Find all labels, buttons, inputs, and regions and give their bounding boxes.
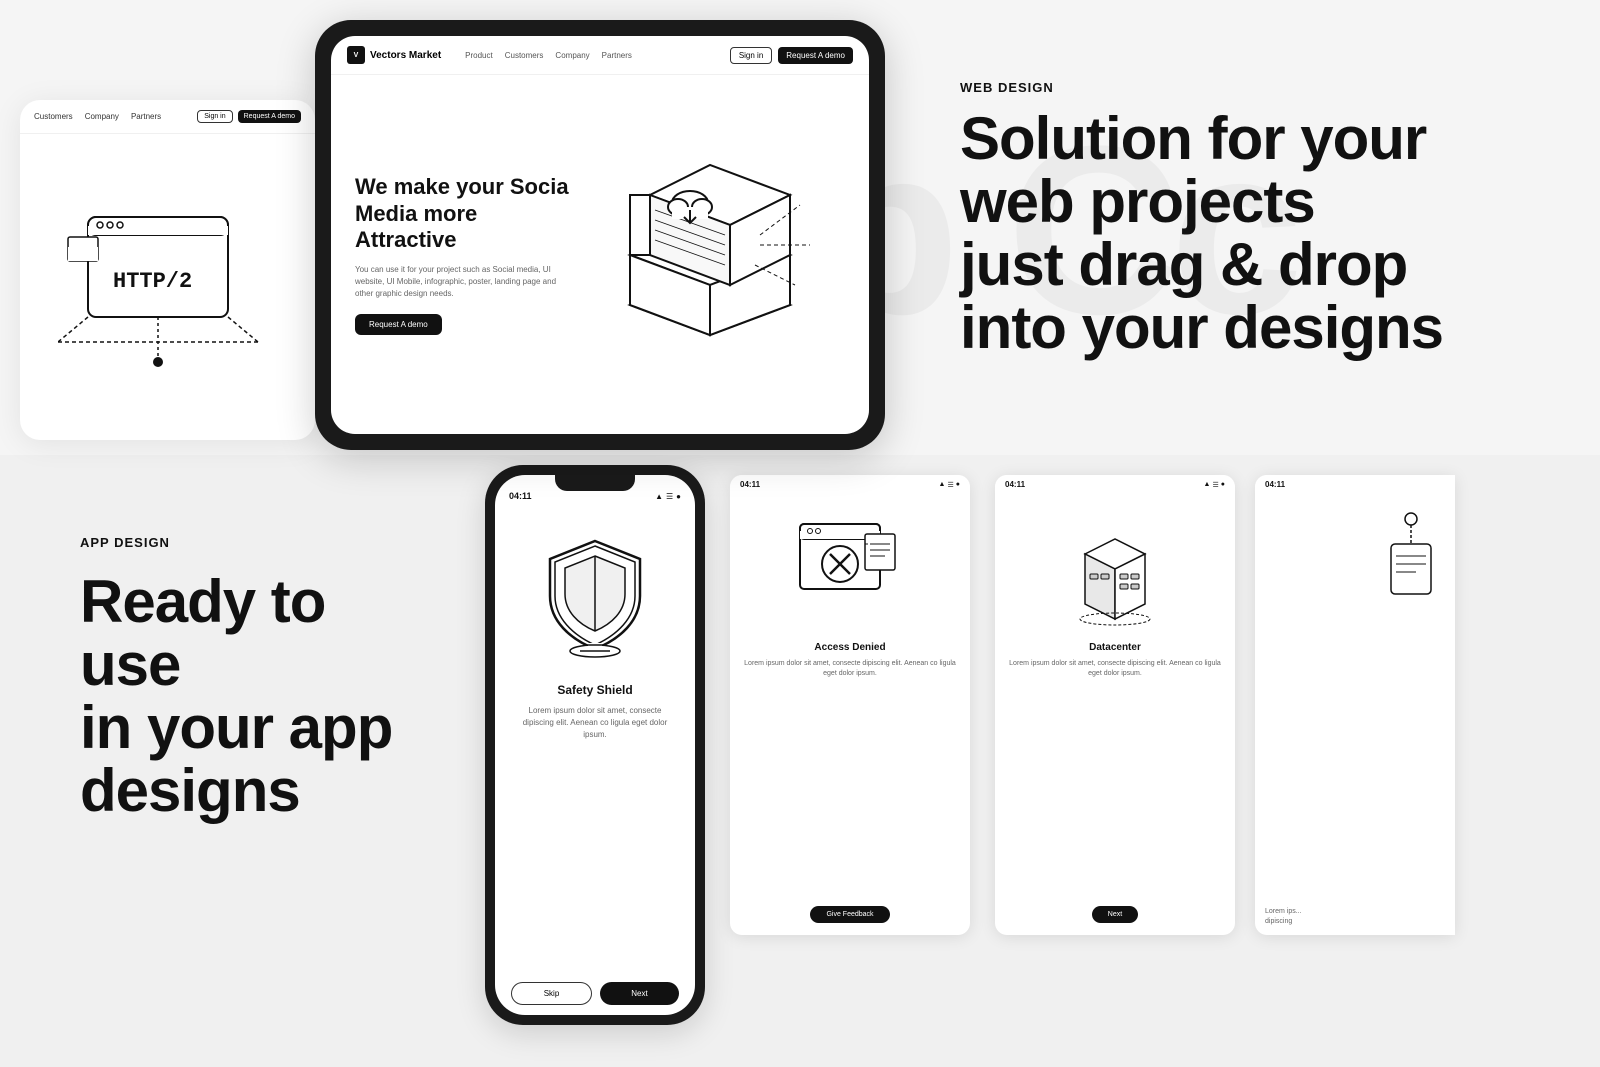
tablet-nav-customers: Customers — [505, 51, 544, 60]
phone3-body: Datacenter Lorem ipsum dolor sit amet, c… — [995, 494, 1235, 906]
app-design-section-label: APP DESIGN — [80, 535, 405, 550]
phone3-status-icons: ▲☰● — [1204, 481, 1225, 489]
tablet-screen: V Vectors Market Product Customers Compa… — [331, 36, 869, 434]
phone1-next-button[interactable]: Next — [600, 982, 679, 1005]
left-card-content: HTTP/2 — [20, 134, 315, 440]
phone3-card: 04:11 ▲☰● — [995, 475, 1235, 935]
phone1-status-bar: 04:11 ▲☰● — [495, 475, 695, 505]
tablet-nav-company: Company — [555, 51, 589, 60]
phone1-item-desc: Lorem ipsum dolor sit amet, consecte dip… — [515, 705, 675, 741]
phone2-illustration — [785, 504, 915, 634]
tablet-nav-product: Product — [465, 51, 493, 60]
left-nav-partners: Partners — [131, 112, 161, 121]
phone4-desc-partial: Lorem ips...dipiscing — [1255, 899, 1455, 935]
tablet-brand-name: Vectors Market — [370, 50, 441, 61]
phone2-status-icons: ▲☰● — [939, 481, 960, 489]
tablet-signin-button[interactable]: Sign in — [730, 47, 772, 64]
phone1-time: 04:11 — [509, 491, 532, 501]
phones-area: 04:11 ▲☰● — [455, 455, 1600, 1067]
center-tablet-mockup: V Vectors Market Product Customers Compa… — [315, 20, 885, 450]
datacenter-icon — [1055, 509, 1175, 629]
tablet-nav: V Vectors Market Product Customers Compa… — [331, 36, 869, 75]
tablet-logo-icon: V — [347, 46, 365, 64]
phone2-desc: Lorem ipsum dolor sit amet, consecte dip… — [744, 659, 956, 679]
tablet-nav-items: Product Customers Company Partners — [465, 51, 716, 60]
app-design-heading: Ready to use in your app designs — [80, 570, 405, 822]
left-card-mockup: Customers Company Partners Sign in Reque… — [20, 100, 315, 440]
phone2-card: 04:11 ▲☰● — [730, 475, 970, 935]
phone1-illustration — [520, 521, 670, 671]
tablet-hero-title: We make your Socia Media more Attractive — [355, 174, 576, 253]
web-design-text-area: WEB DESIGN Solution for your web project… — [920, 80, 1600, 359]
phone3-title: Datacenter — [1089, 642, 1141, 653]
left-card-signin-button[interactable]: Sign in — [197, 110, 232, 123]
phone4-partial-icon — [1341, 504, 1441, 624]
phone1-skip-button[interactable]: Skip — [511, 982, 592, 1005]
shield-icon — [530, 531, 660, 661]
phone4-card: 04:11 Lorem ips...dipiscing — [1255, 475, 1455, 935]
web-design-section-label: WEB DESIGN — [960, 80, 1560, 95]
left-nav-company: Company — [85, 112, 119, 121]
tablet-hero-cta-button[interactable]: Request A demo — [355, 314, 442, 335]
web-design-heading: Solution for your web projects just drag… — [960, 107, 1560, 359]
access-denied-icon — [790, 514, 910, 624]
phone1-item-title: Safety Shield — [557, 683, 632, 697]
phone4-time: 04:11 — [1265, 480, 1285, 489]
phone3-statusbar: 04:11 ▲☰● — [995, 475, 1235, 494]
left-nav-customers: Customers — [34, 112, 73, 121]
tablet-hero-subtitle: You can use it for your project such as … — [355, 264, 576, 300]
svg-text:HTTP/2: HTTP/2 — [113, 269, 192, 294]
tablet-hero-text: We make your Socia Media more Attractive… — [355, 95, 576, 414]
tablet-nav-partners: Partners — [602, 51, 632, 60]
tablet-body: We make your Socia Media more Attractive… — [331, 75, 869, 434]
tablet-hero-illustration — [576, 95, 846, 414]
phone2-title: Access Denied — [814, 642, 885, 653]
phone4-body — [1255, 494, 1455, 899]
left-card-demo-button[interactable]: Request A demo — [238, 110, 301, 123]
left-card-nav: Customers Company Partners Sign in Reque… — [20, 100, 315, 134]
phone2-time: 04:11 — [740, 480, 760, 489]
laptop-cloud-svg — [600, 155, 820, 355]
phone4-statusbar: 04:11 — [1255, 475, 1455, 494]
phone2-statusbar: 04:11 ▲☰● — [730, 475, 970, 494]
tablet-logo: V Vectors Market — [347, 46, 441, 64]
phone1-buttons: Skip Next — [495, 972, 695, 1015]
phone3-time: 04:11 — [1005, 480, 1025, 489]
top-section: Customers Company Partners Sign in Reque… — [0, 0, 1600, 460]
app-design-text-area: APP DESIGN Ready to use in your app desi… — [0, 455, 455, 1067]
phone2-feedback-button[interactable]: Give Feedback — [810, 906, 889, 923]
phone1-content: Safety Shield Lorem ipsum dolor sit amet… — [495, 505, 695, 972]
bottom-section: APP DESIGN Ready to use in your app desi… — [0, 455, 1600, 1067]
phone3-desc: Lorem ipsum dolor sit amet, consecte dip… — [1009, 659, 1221, 679]
phone2-body: Access Denied Lorem ipsum dolor sit amet… — [730, 494, 970, 906]
tablet-demo-button[interactable]: Request A demo — [778, 47, 853, 64]
http2-illustration: HTTP/2 — [58, 187, 278, 387]
phone3-illustration — [1050, 504, 1180, 634]
phone3-next-button[interactable]: Next — [1092, 906, 1138, 923]
phone1-mockup: 04:11 ▲☰● — [485, 465, 705, 1025]
phone1-status-icons: ▲☰● — [655, 492, 681, 501]
phone1-screen: 04:11 ▲☰● — [495, 475, 695, 1015]
